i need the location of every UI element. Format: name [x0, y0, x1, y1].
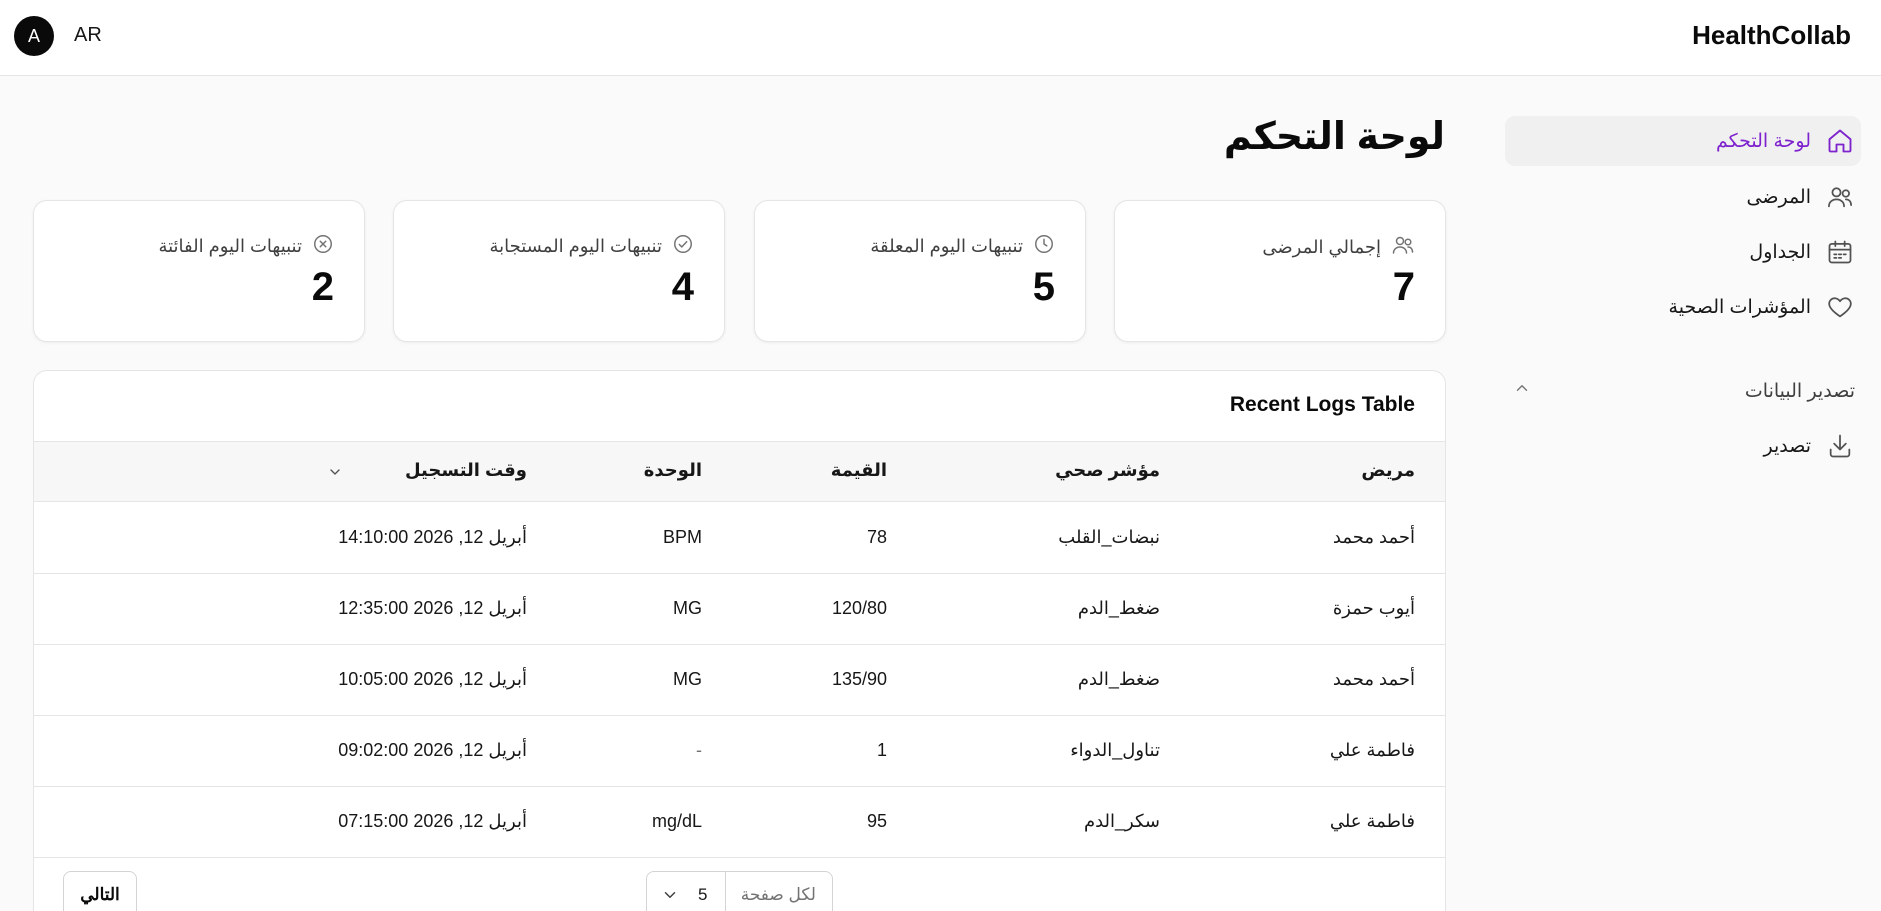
- table-row[interactable]: فاطمة علي سكر_الدم 95 mg/dL أبريل 12, 20…: [34, 787, 1445, 858]
- sidebar-item-label: المؤشرات الصحية: [1668, 296, 1811, 318]
- per-page-divider: [725, 872, 726, 911]
- recent-logs-table: Recent Logs Table مريض مؤشر صحي القيمة ا…: [33, 370, 1446, 911]
- calendar-icon: [1825, 237, 1855, 267]
- cell-time: أبريل 12, 2026 07:15:00: [338, 811, 527, 831]
- chevron-up-icon: [1513, 379, 1531, 403]
- cell-metric: ضغط_الدم: [1077, 669, 1160, 689]
- x-circle-icon: [312, 233, 334, 260]
- cell-value: 120/80: [831, 598, 887, 618]
- page-title: لوحة التحكم: [1223, 116, 1445, 158]
- sidebar-item-dashboard[interactable]: لوحة التحكم: [1505, 116, 1861, 166]
- sidebar-item-label: تصدير: [1763, 435, 1811, 457]
- table-row[interactable]: أيوب حمزة ضغط_الدم 120/80 MG أبريل 12, 2…: [34, 574, 1445, 645]
- chevron-down-icon: [661, 886, 679, 909]
- stat-card-pending-alerts: تنبيهات اليوم المعلقة 5: [754, 200, 1086, 342]
- cell-patient: أحمد محمد: [1332, 669, 1415, 689]
- brand-logo: HealthCollab: [1692, 20, 1851, 50]
- cell-metric: نبضات_القلب: [1058, 527, 1160, 547]
- stat-label: إجمالي المرضى: [1262, 237, 1381, 257]
- sidebar-item-label: المرضى: [1746, 186, 1811, 208]
- stat-label: تنبيهات اليوم المستجابة: [489, 236, 662, 256]
- top-bar: A AR HealthCollab: [0, 0, 1881, 76]
- table-header: مريض مؤشر صحي القيمة الوحدة وقت التسجيل: [34, 441, 1445, 502]
- stat-label: تنبيهات اليوم الفائتة: [158, 236, 302, 256]
- clock-icon: [1033, 233, 1055, 260]
- sidebar-item-patients[interactable]: المرضى: [1505, 172, 1855, 222]
- cell-value: 95: [866, 811, 887, 831]
- users-icon: [1825, 182, 1855, 212]
- per-page-label: لكل صفحة: [740, 885, 816, 904]
- column-header-unit[interactable]: الوحدة: [644, 460, 702, 481]
- cell-unit: MG: [673, 669, 702, 689]
- home-icon: [1825, 126, 1855, 156]
- avatar[interactable]: A: [14, 16, 54, 56]
- download-icon: [1825, 431, 1855, 461]
- column-header-value[interactable]: القيمة: [831, 460, 887, 481]
- table-row[interactable]: أحمد محمد ضغط_الدم 135/90 MG أبريل 12, 2…: [34, 645, 1445, 716]
- column-header-time[interactable]: وقت التسجيل: [405, 460, 527, 481]
- column-header-metric[interactable]: مؤشر صحي: [1055, 460, 1160, 481]
- cell-patient: أيوب حمزة: [1332, 598, 1415, 618]
- table-row[interactable]: أحمد محمد نبضات_القلب 78 BPM أبريل 12, 2…: [34, 503, 1445, 574]
- cell-patient: أحمد محمد: [1332, 527, 1415, 547]
- cell-unit: -: [696, 740, 702, 760]
- next-page-button[interactable]: التالي: [63, 871, 137, 911]
- cell-unit: BPM: [662, 527, 702, 547]
- cell-value: 78: [866, 527, 887, 547]
- sidebar-item-label: لوحة التحكم: [1715, 130, 1811, 152]
- cell-metric: تناول_الدواء: [1070, 740, 1160, 760]
- cell-patient: فاطمة علي: [1329, 740, 1415, 760]
- cell-time: أبريل 12, 2026 09:02:00: [338, 740, 527, 760]
- sidebar-group-data-export[interactable]: تصدير البيانات: [1505, 371, 1855, 411]
- cell-value: 1: [876, 740, 887, 760]
- stat-value: 5: [1032, 265, 1055, 309]
- stat-value: 7: [1392, 265, 1415, 309]
- cell-metric: ضغط_الدم: [1077, 598, 1160, 618]
- check-circle-icon: [672, 233, 694, 260]
- sidebar-item-health-metrics[interactable]: المؤشرات الصحية: [1505, 282, 1855, 332]
- language-toggle[interactable]: AR: [74, 24, 102, 47]
- table-title: Recent Logs Table: [1229, 393, 1415, 416]
- sidebar-item-schedules[interactable]: الجداول: [1505, 227, 1855, 277]
- stat-card-total-patients: إجمالي المرضى 7: [1114, 200, 1446, 342]
- cell-unit: MG: [673, 598, 702, 618]
- table-row[interactable]: فاطمة علي تناول_الدواء 1 - أبريل 12, 202…: [34, 716, 1445, 787]
- users-icon: [1391, 233, 1415, 262]
- cell-time: أبريل 12, 2026 14:10:00: [338, 527, 527, 547]
- stat-card-responded-alerts: تنبيهات اليوم المستجابة 4: [393, 200, 725, 342]
- sort-chevron-down-icon[interactable]: [327, 464, 343, 485]
- heart-icon: [1825, 292, 1855, 322]
- stat-card-missed-alerts: تنبيهات اليوم الفائتة 2: [33, 200, 365, 342]
- cell-metric: سكر_الدم: [1083, 811, 1160, 831]
- cell-value: 135/90: [831, 669, 887, 689]
- cell-time: أبريل 12, 2026 10:05:00: [338, 669, 527, 689]
- stat-value: 2: [311, 265, 334, 309]
- stat-value: 4: [671, 265, 694, 309]
- column-header-patient[interactable]: مريض: [1361, 460, 1415, 481]
- stat-label: تنبيهات اليوم المعلقة: [870, 236, 1023, 256]
- per-page-select[interactable]: 5 لكل صفحة: [646, 871, 833, 911]
- sidebar-item-label: الجداول: [1749, 241, 1811, 263]
- sidebar-item-export[interactable]: تصدير: [1505, 421, 1855, 471]
- cell-time: أبريل 12, 2026 12:35:00: [338, 598, 527, 618]
- cell-patient: فاطمة علي: [1329, 811, 1415, 831]
- cell-unit: mg/dL: [651, 811, 702, 831]
- per-page-value: 5: [698, 885, 708, 904]
- sidebar-group-label: تصدير البيانات: [1744, 380, 1855, 402]
